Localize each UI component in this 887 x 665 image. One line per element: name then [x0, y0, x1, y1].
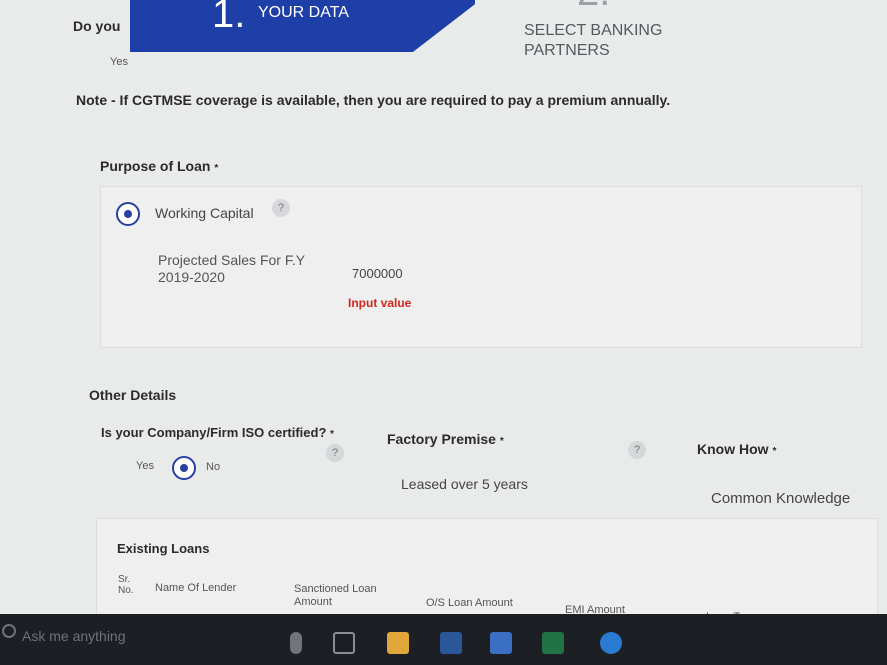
- word-icon[interactable]: [490, 632, 512, 654]
- factory-premise-label: Factory Premise *: [387, 431, 504, 447]
- col-os-amount: O/S Loan Amount: [426, 597, 513, 609]
- required-marker: *: [214, 163, 219, 174]
- step-2-number: 2.: [577, 0, 610, 15]
- purpose-label: Purpose of Loan *: [100, 158, 218, 174]
- step-2-label[interactable]: SELECT BANKING PARTNERS: [524, 21, 714, 61]
- required-marker: *: [330, 429, 334, 440]
- know-how-select[interactable]: Common Knowledge: [711, 490, 850, 507]
- purpose-label-text: Purpose of Loan: [100, 158, 211, 174]
- iso-no-label[interactable]: No: [206, 461, 220, 473]
- taskbar-search-input[interactable]: Ask me anything: [22, 628, 126, 644]
- step-1-number: 1.: [212, 0, 246, 36]
- cgtmse-note: Note - If CGTMSE coverage is available, …: [76, 92, 671, 108]
- iso-yes-label[interactable]: Yes: [136, 460, 154, 472]
- iso-label: Is your Company/Firm ISO certified? *: [101, 425, 334, 440]
- help-icon[interactable]: ?: [628, 441, 646, 459]
- help-icon[interactable]: ?: [272, 199, 290, 217]
- know-how-label: Know How *: [697, 441, 776, 457]
- microphone-icon[interactable]: [290, 632, 302, 654]
- other-details-title: Other Details: [89, 387, 177, 403]
- step-1-label: YOUR DATA: [258, 4, 349, 21]
- question-partial: Do you: [73, 18, 121, 34]
- working-capital-label[interactable]: Working Capital: [155, 205, 254, 221]
- col-sr-no: Sr. No.: [118, 574, 134, 596]
- iso-no-radio[interactable]: [172, 456, 196, 480]
- task-view-icon[interactable]: [333, 632, 355, 654]
- iso-label-text: Is your Company/Firm ISO certified?: [101, 425, 327, 440]
- excel-icon[interactable]: [542, 632, 564, 654]
- required-marker: *: [499, 436, 504, 447]
- know-how-label-text: Know How: [697, 441, 769, 457]
- search-icon[interactable]: [2, 624, 16, 638]
- existing-loans-title: Existing Loans: [117, 541, 210, 556]
- browser-icon[interactable]: [600, 632, 622, 654]
- factory-premise-label-text: Factory Premise: [387, 431, 496, 447]
- projected-sales-label: Projected Sales For F.Y 2019-2020: [158, 252, 305, 285]
- col-lender: Name Of Lender: [155, 582, 237, 594]
- required-marker: *: [772, 446, 777, 457]
- projected-sales-input[interactable]: 7000000: [352, 266, 403, 281]
- col-sanctioned: Sanctioned Loan Amount: [294, 583, 377, 608]
- working-capital-radio[interactable]: [116, 202, 140, 226]
- app-icon[interactable]: [440, 632, 462, 654]
- factory-premise-select[interactable]: Leased over 5 years: [401, 476, 528, 492]
- input-error-message: Input value: [348, 296, 412, 310]
- help-icon[interactable]: ?: [326, 444, 344, 462]
- file-explorer-icon[interactable]: [387, 632, 409, 654]
- answer-partial[interactable]: Yes: [110, 56, 128, 68]
